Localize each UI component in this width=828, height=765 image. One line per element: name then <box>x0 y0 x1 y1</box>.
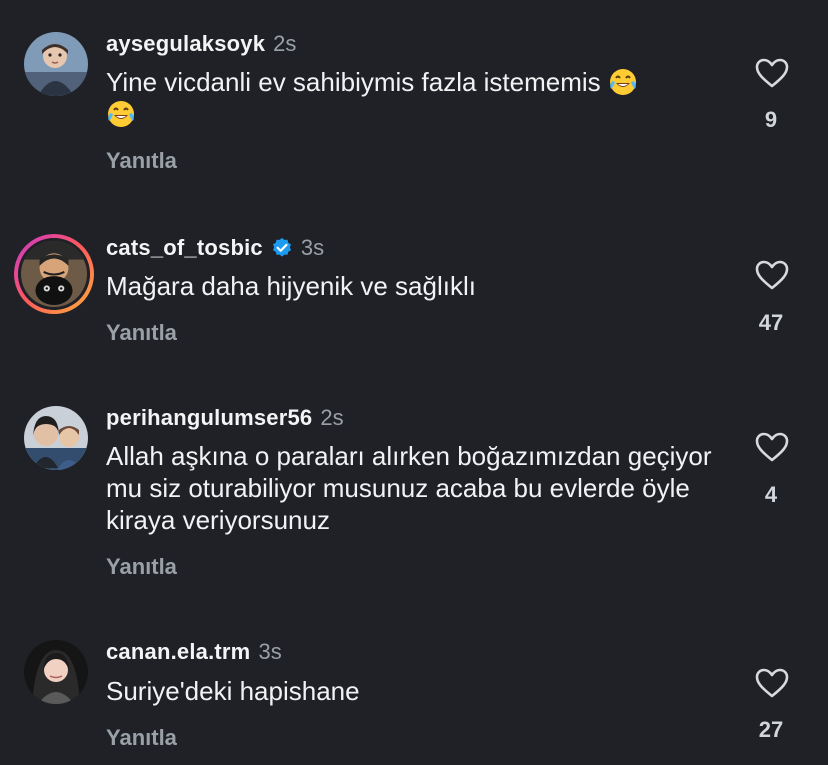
username[interactable]: perihangulumser56 <box>106 405 312 431</box>
comment-item: canan.ela.trm 3s Suriye'deki hapishane Y… <box>0 625 828 765</box>
comment-text: Mağara daha hijyenik ve sağlıklı <box>106 271 476 301</box>
comment-meta: cats_of_tosbic 3s <box>106 234 324 262</box>
comment-text: Allah aşkına o paraları alırken boğazımı… <box>106 441 712 535</box>
comment-text: Yine vicdanli ev sahibiymis fazla isteme… <box>106 66 716 130</box>
comment-item: perihangulumser56 2s Allah aşkına o para… <box>0 380 828 625</box>
like-count: 47 <box>758 310 784 335</box>
comment-meta: perihangulumser56 2s <box>106 404 344 432</box>
comment-item: cats_of_tosbic 3s Mağara daha hijyenik v… <box>0 200 828 380</box>
comment-text-content: Yine vicdanli ev sahibiymis fazla isteme… <box>106 67 601 97</box>
reply-button[interactable]: Yanıtla <box>106 320 177 346</box>
reply-button[interactable]: Yanıtla <box>106 725 177 751</box>
comment-item: aysegulaksoyk 2s Yine vicdanli ev sahibi… <box>0 0 828 200</box>
comment-text: Suriye'deki hapishane <box>106 676 360 706</box>
comments-list: aysegulaksoyk 2s Yine vicdanli ev sahibi… <box>0 0 828 765</box>
reply-button[interactable]: Yanıtla <box>106 554 177 580</box>
heart-icon <box>755 58 789 88</box>
username[interactable]: aysegulaksoyk <box>106 31 265 57</box>
like-count: 9 <box>764 107 778 132</box>
avatar <box>18 238 90 310</box>
avatar[interactable] <box>24 640 88 704</box>
timestamp: 2s <box>273 31 297 56</box>
avatar-image <box>24 640 88 704</box>
username[interactable]: cats_of_tosbic <box>106 235 263 261</box>
timestamp: 3s <box>258 639 282 664</box>
like-count: 4 <box>764 482 778 507</box>
avatar-image <box>21 241 87 307</box>
avatar[interactable] <box>24 32 88 96</box>
like-button[interactable] <box>751 664 793 702</box>
verified-badge-icon <box>272 237 291 257</box>
like-button[interactable] <box>751 428 793 466</box>
heart-icon <box>755 668 789 698</box>
like-button[interactable] <box>751 54 793 92</box>
avatar[interactable] <box>24 406 88 470</box>
comment-meta: aysegulaksoyk 2s <box>106 30 296 58</box>
timestamp: 2s <box>320 405 344 430</box>
like-button[interactable] <box>751 256 793 294</box>
heart-icon <box>755 432 789 462</box>
username[interactable]: canan.ela.trm <box>106 639 250 665</box>
heart-icon <box>755 260 789 290</box>
avatar-story-ring[interactable] <box>14 234 94 314</box>
avatar-image <box>24 406 88 470</box>
comment-meta: canan.ela.trm 3s <box>106 638 282 666</box>
like-count: 27 <box>758 717 784 742</box>
avatar-image <box>24 32 88 96</box>
reply-button[interactable]: Yanıtla <box>106 148 177 174</box>
face-with-tears-of-joy-icon <box>609 69 636 95</box>
face-with-tears-of-joy-icon <box>108 101 134 127</box>
timestamp: 3s <box>300 235 325 260</box>
